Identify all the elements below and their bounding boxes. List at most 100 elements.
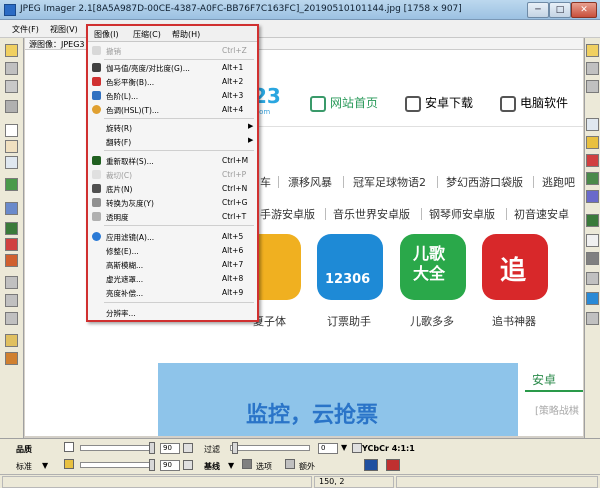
close-button[interactable]: ✕	[571, 2, 597, 18]
side-underline	[525, 390, 583, 392]
menu-separator	[104, 59, 254, 60]
print-icon[interactable]	[5, 100, 18, 113]
grayscale-icon[interactable]	[586, 272, 599, 285]
layout-icon[interactable]	[5, 222, 18, 235]
menu-item-hsl[interactable]: 色调(HSL)(T)... Alt+4	[88, 103, 257, 116]
menu-item-grayscale[interactable]: 转换为灰度(Y) Ctrl+G	[88, 196, 257, 209]
separator	[506, 208, 507, 220]
quality-slider[interactable]	[80, 445, 152, 451]
app-label: 儿歌多多	[410, 315, 454, 328]
properties-icon[interactable]	[5, 334, 18, 347]
smoothing-spin-icon[interactable]	[183, 460, 193, 470]
separator	[533, 176, 534, 188]
next-icon[interactable]	[5, 294, 18, 307]
smoothing-slider-handle[interactable]	[149, 459, 155, 471]
menu-item-crop[interactable]: 裁切(C) Ctrl+P	[88, 168, 257, 181]
menu-item-levels[interactable]: 色阶(L)... Alt+3	[88, 89, 257, 102]
copy-icon[interactable]	[586, 62, 599, 75]
menu-view[interactable]: 视图(V)	[50, 24, 78, 35]
quality-slider-handle[interactable]	[149, 442, 155, 454]
compare-icon[interactable]	[5, 202, 18, 215]
smoothing-slider[interactable]	[80, 462, 152, 468]
sharpen-icon[interactable]	[586, 312, 599, 325]
menu-item-gaussian-blur[interactable]: 高斯模糊... Alt+7	[88, 258, 257, 271]
adjust-icon[interactable]	[586, 136, 599, 149]
menu-item-unsharp-mask[interactable]: 虚光遮罩... Alt+8	[88, 272, 257, 285]
maximize-button[interactable]: □	[549, 2, 571, 18]
menu-item-resolution[interactable]: 分辨率...	[88, 306, 257, 319]
menu-item-rotate[interactable]: 旋转(R) ▶	[88, 121, 257, 134]
menu-compress[interactable]: 压缩(C)	[133, 29, 161, 40]
minimize-button[interactable]: ─	[527, 2, 549, 18]
scan-icon[interactable]	[5, 62, 18, 75]
prev-icon[interactable]	[5, 276, 18, 289]
menu-item-flip[interactable]: 翻转(F) ▶	[88, 135, 257, 148]
batch-icon[interactable]	[5, 312, 18, 325]
menu-item-apply-filter[interactable]: 应用滤镜(A)... Alt+5	[88, 230, 257, 243]
menu-item-color-balance[interactable]: 色彩平衡(B)... Alt+2	[88, 75, 257, 88]
separator	[325, 208, 326, 220]
menu-item-brightness-comp[interactable]: 亮度补偿... Alt+9	[88, 286, 257, 299]
filter-slider-handle[interactable]	[232, 442, 238, 454]
color-wheel-icon[interactable]	[586, 154, 599, 167]
filter-value[interactable]: 0	[318, 443, 338, 454]
open-folder-icon[interactable]	[5, 44, 18, 57]
negative-icon[interactable]	[586, 252, 599, 265]
app-label: 订票助手	[327, 315, 371, 328]
quality-spin-icon[interactable]	[183, 443, 193, 453]
gamma-icon	[92, 63, 101, 72]
side-subtitle: [策略战棋	[535, 406, 579, 417]
resample-icon[interactable]	[586, 214, 599, 227]
zoom-icon[interactable]	[5, 156, 18, 169]
nav-android: 安卓下载	[405, 94, 473, 116]
menu-image[interactable]: 图像(I)	[94, 29, 119, 40]
menu-help[interactable]: 帮助(H)	[172, 29, 200, 40]
menu-item-retouch[interactable]: 修整(E)... Alt+6	[88, 244, 257, 257]
menu-item-resample[interactable]: 重新取样(S)... Ctrl+M	[88, 154, 257, 167]
subsampling-alt-icon[interactable]	[386, 459, 400, 471]
smoothing-value[interactable]: 90	[160, 460, 180, 471]
filter-icon[interactable]	[586, 292, 599, 305]
baseline-label[interactable]: 基线	[204, 461, 220, 472]
cursor-coordinates: 150, 2	[314, 476, 394, 488]
pointer-icon[interactable]	[5, 124, 18, 137]
subsampling-icon[interactable]	[364, 459, 378, 471]
link: 初音速安卓	[514, 208, 569, 221]
chevron-down-icon[interactable]: ▼	[42, 461, 48, 470]
app-icon	[4, 4, 16, 16]
format-icon[interactable]	[5, 238, 18, 251]
extra-icon[interactable]	[285, 459, 295, 469]
save-icon[interactable]	[5, 80, 18, 93]
standard-label[interactable]: 标准	[16, 461, 32, 472]
chevron-down-icon[interactable]: ▼	[228, 461, 234, 470]
filter-slider[interactable]	[230, 445, 310, 451]
quality-value[interactable]: 90	[160, 443, 180, 454]
menu-item-undo[interactable]: 撤销 Ctrl+Z	[88, 44, 257, 57]
open-folder-icon[interactable]	[586, 44, 599, 57]
export-icon[interactable]	[5, 254, 18, 267]
extra-button[interactable]: 额外	[299, 461, 315, 472]
info-icon[interactable]	[5, 352, 18, 365]
quality-label: 品质	[16, 445, 32, 454]
menu-item-gamma[interactable]: 伽马值/亮度/对比度(G)... Alt+1	[88, 61, 257, 74]
options-icon[interactable]	[242, 459, 252, 469]
options-button[interactable]: 选项	[256, 461, 272, 472]
quality-swatch	[64, 442, 74, 452]
chevron-down-icon[interactable]: ▼	[341, 443, 347, 452]
histogram-icon[interactable]	[586, 190, 599, 203]
hand-icon[interactable]	[5, 140, 18, 153]
link: 梦幻西游口袋版	[446, 176, 523, 189]
menu-item-negative[interactable]: 底片(N) Ctrl+N	[88, 182, 257, 195]
nav-home: 网站首页	[310, 94, 378, 116]
save-icon[interactable]	[586, 80, 599, 93]
submenu-arrow-icon: ▶	[248, 122, 254, 130]
negative-icon	[92, 184, 101, 193]
side-title: 安卓	[532, 373, 557, 387]
levels-icon[interactable]	[586, 172, 599, 185]
zoom-icon[interactable]	[586, 118, 599, 131]
menu-file[interactable]: 文件(F)	[12, 24, 39, 35]
fit-icon[interactable]	[5, 178, 18, 191]
crop-icon[interactable]	[586, 234, 599, 247]
filter-spin-icon[interactable]	[352, 443, 362, 453]
menu-item-transparency[interactable]: 透明度 Ctrl+T	[88, 210, 257, 223]
